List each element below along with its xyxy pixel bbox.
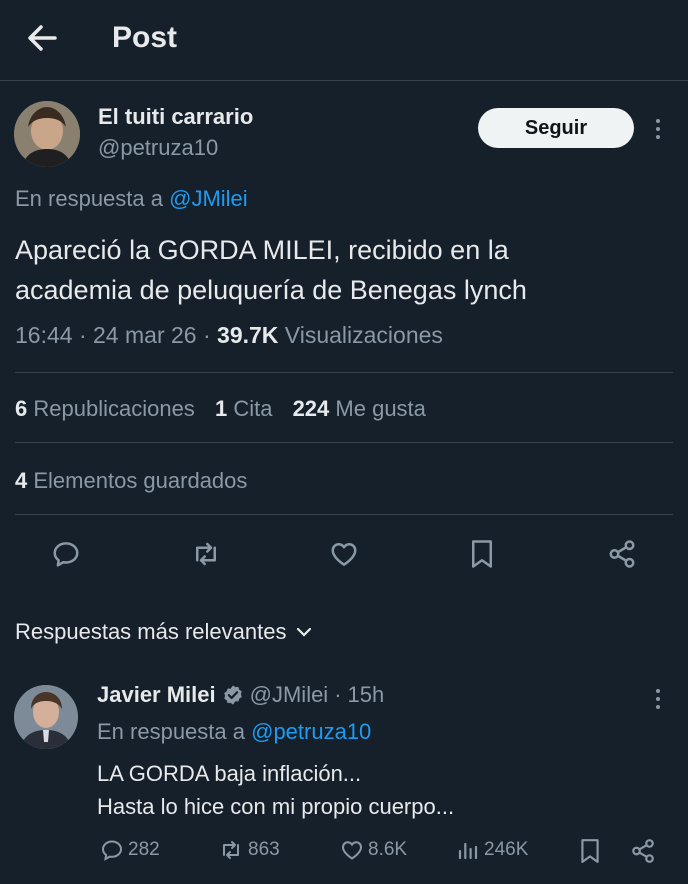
views-label: Visualizaciones [284, 322, 443, 348]
more-dot [656, 127, 660, 131]
reply-share-button[interactable] [628, 836, 658, 866]
likes-stat[interactable]: 224 Me gusta [293, 396, 426, 421]
page-title: Post [112, 21, 178, 54]
replies-sort-label: Respuestas más relevantes [15, 619, 287, 644]
more-dot [656, 689, 660, 693]
reply-author-avatar[interactable] [14, 685, 78, 749]
bookmarks-stat[interactable]: 4 Elementos guardados [15, 468, 247, 494]
share-icon [632, 839, 654, 863]
engagement-stats: 6 Republicaciones 1 Cita 224 Me gusta [15, 396, 426, 422]
reply-prefix: En respuesta a [15, 186, 163, 211]
reply-icon [53, 542, 79, 567]
reply-context: En respuesta a @petruza10 [97, 719, 371, 745]
quotes-stat[interactable]: 1 Cita [215, 396, 273, 421]
arrow-left-icon [28, 25, 57, 51]
follow-button[interactable]: Seguir [478, 108, 634, 148]
author-handle[interactable]: @petruza10 [98, 135, 218, 161]
reply-likes-count: 8.6K [368, 839, 408, 860]
bookmark-button[interactable] [462, 534, 502, 574]
views-count: 39.7K [217, 322, 279, 348]
author-avatar[interactable] [14, 101, 80, 167]
heart-icon [341, 841, 363, 860]
reply-author-name[interactable]: Javier Milei [97, 682, 216, 708]
reply-time[interactable]: 15h [348, 682, 385, 708]
share-icon [609, 540, 635, 568]
reply-reposts-count: 863 [248, 839, 280, 860]
more-dot [656, 697, 660, 701]
reply-bookmark-button[interactable] [576, 836, 604, 866]
reply-header: Javier Milei @JMilei · 15h [97, 682, 384, 708]
reply-author-handle[interactable]: @JMilei [250, 682, 329, 708]
more-dot [656, 705, 660, 709]
reply-to-link[interactable]: @petruza10 [251, 719, 371, 744]
divider [15, 514, 673, 515]
post-meta: 16:44 · 24 mar 26 · 39.7K Visualizacione… [15, 322, 443, 348]
bookmark-icon [581, 839, 599, 863]
reply-icon [101, 840, 123, 861]
reply-prefix: En respuesta a [97, 719, 245, 744]
like-button[interactable] [324, 534, 364, 574]
share-button[interactable] [602, 534, 642, 574]
reply-text: LA GORDA baja inflación... Hasta lo hice… [97, 757, 454, 823]
reply-text-line: Hasta lo hice con mi propio cuerpo... [97, 794, 455, 819]
bookmark-icon [472, 540, 492, 568]
reply-text-line: LA GORDA baja inflación... [97, 761, 362, 786]
views-chart-icon [458, 842, 478, 860]
repost-icon [223, 841, 239, 859]
reply-reply-button[interactable]: 282 [100, 838, 160, 862]
verified-badge-icon [223, 685, 242, 705]
divider [15, 442, 673, 443]
repost-button[interactable] [186, 534, 226, 574]
divider [15, 372, 673, 373]
repost-icon [196, 542, 216, 566]
more-dot [656, 135, 660, 139]
reply-repost-button[interactable]: 863 [218, 838, 280, 862]
more-dot [656, 119, 660, 123]
post-time[interactable]: 16:44 [15, 322, 73, 348]
reply-separator: · [334, 682, 342, 707]
reply-views-button[interactable]: 246K [456, 838, 528, 862]
top-bar: Post [0, 0, 688, 81]
heart-icon [331, 543, 357, 566]
reply-more-options-button[interactable] [648, 684, 668, 714]
reply-like-button[interactable]: 8.6K [340, 838, 407, 862]
post-date[interactable]: 24 mar 26 [93, 322, 197, 348]
reply-context: En respuesta a @JMilei [15, 186, 248, 212]
reply-to-link[interactable]: @JMilei [169, 186, 248, 211]
reposts-stat[interactable]: 6 Republicaciones [15, 396, 195, 421]
reply-replies-count: 282 [128, 839, 160, 860]
author-name[interactable]: El tuiti carrario [98, 104, 253, 130]
more-options-button[interactable] [648, 114, 668, 144]
reply-button[interactable] [46, 534, 86, 574]
post-text-line: Apareció la GORDA MILEI, recibido en la [15, 235, 509, 265]
back-button[interactable] [22, 20, 62, 56]
replies-sort-dropdown[interactable]: Respuestas más relevantes [15, 619, 312, 645]
post-text: Apareció la GORDA MILEI, recibido en la … [15, 230, 527, 310]
post-text-line: academia de peluquería de Benegas lynch [15, 275, 527, 305]
chevron-down-icon [297, 627, 312, 637]
reply-views-count: 246K [484, 839, 529, 860]
